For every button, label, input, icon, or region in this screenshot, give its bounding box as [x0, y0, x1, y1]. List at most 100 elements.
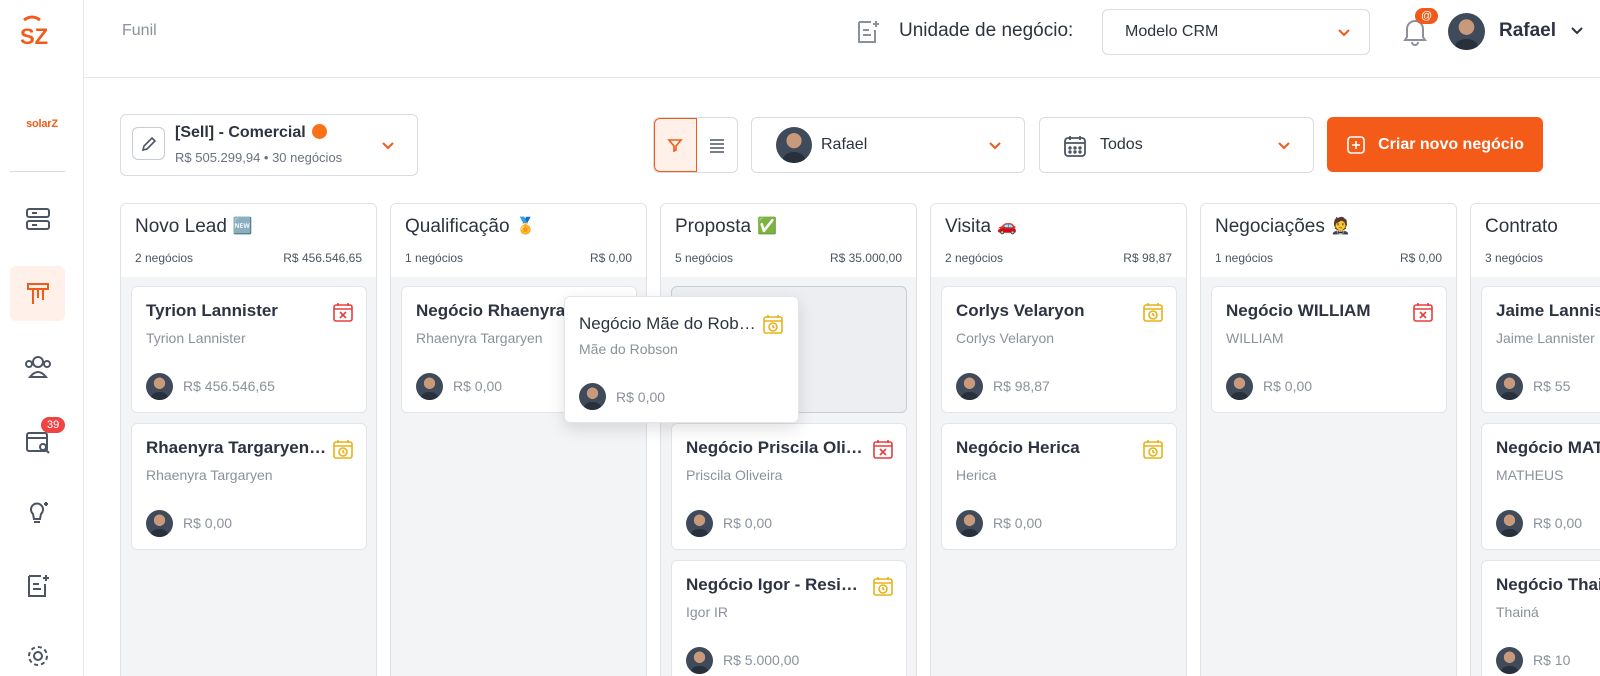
chevron-down-icon	[1278, 142, 1290, 150]
business-unit-select[interactable]: Modelo CRM	[1102, 9, 1370, 55]
deal-card[interactable]: Tyrion Lannister Tyrion Lannister R$ 456…	[131, 286, 367, 413]
check-icon: ✅	[757, 218, 777, 235]
note-edit-icon	[858, 21, 879, 43]
deal-value: R$ 0,00	[1263, 378, 1313, 394]
deal-card[interactable]: Negócio Thainá Thainá R$ 10	[1481, 560, 1600, 676]
deal-card[interactable]: Negócio WILLIAM WILLIAM R$ 0,00	[1211, 286, 1447, 413]
svg-text:SZ: SZ	[20, 24, 48, 48]
column-contrato: Contrato 3 negócios Jaime Lannister Jaim…	[1470, 203, 1600, 676]
column-header: Proposta ✅ 5 negócios R$ 35.000,00	[661, 204, 916, 277]
column-total: R$ 456.546,65	[283, 251, 362, 265]
dragging-deal-card[interactable]: Negócio Mãe do Robson Mãe do Robson R$ 0…	[564, 296, 799, 423]
deal-owner-avatar	[1226, 373, 1253, 400]
column-title: Qualificação	[405, 216, 510, 237]
deal-owner-avatar	[146, 510, 173, 537]
pipeline-select[interactable]: [Sell] - Comercial R$ 505.299,94 • 30 ne…	[120, 114, 418, 176]
chevron-down-icon[interactable]	[1569, 24, 1585, 38]
calendar-clock-icon[interactable]	[762, 313, 784, 335]
column-title: Novo Lead	[135, 216, 227, 237]
sidebar-item-calendar[interactable]: 39	[10, 413, 66, 468]
calendar-clock-icon[interactable]	[332, 438, 354, 460]
breadcrumb[interactable]: Funil	[122, 22, 157, 40]
brand-text: solarZ	[26, 118, 58, 130]
users-icon	[24, 355, 51, 378]
create-deal-label: Criar novo negócio	[1378, 135, 1524, 153]
column-title-row: Negociações 🤵	[1215, 216, 1351, 238]
owner-filter-select[interactable]: Rafael	[751, 117, 1025, 173]
column-count: 1 negócios	[405, 251, 464, 265]
deal-contact: Jaime Lannister	[1496, 330, 1595, 346]
deal-owner-avatar	[416, 373, 443, 400]
calendar-icon	[1064, 136, 1086, 157]
calendar-overdue-icon[interactable]	[1412, 301, 1434, 323]
chevron-down-icon	[989, 142, 1001, 150]
sidebar-item-settings[interactable]	[10, 628, 65, 676]
sidebar-item-notes[interactable]	[10, 558, 65, 613]
list-view-button[interactable]	[697, 118, 738, 172]
calendar-overdue-icon[interactable]	[332, 301, 354, 323]
business-unit-value: Modelo CRM	[1125, 23, 1219, 40]
sidebar-divider	[10, 171, 65, 172]
deal-title: Negócio Priscila Olive...	[686, 438, 868, 457]
top-bar: Funil Unidade de negócio: Modelo CRM @ R…	[84, 0, 1600, 78]
server-icon	[25, 207, 50, 230]
sidebar-item-server[interactable]	[10, 191, 65, 246]
user-avatar[interactable]	[1448, 13, 1485, 50]
column-count: 2 negócios	[135, 251, 194, 265]
pipeline-summary: R$ 505.299,94 • 30 negócios	[175, 150, 343, 165]
deal-title: Corlys Velaryon	[956, 301, 1085, 320]
edit-pipeline-button[interactable]	[132, 127, 165, 160]
deal-card[interactable]: Negócio Herica Herica R$ 0,00	[941, 423, 1177, 550]
column-total: R$ 35.000,00	[829, 251, 902, 265]
deal-value: R$ 55	[1533, 378, 1571, 394]
deal-owner-avatar	[1496, 373, 1523, 400]
calendar-clock-icon[interactable]	[1142, 438, 1164, 460]
deal-card[interactable]: Corlys Velaryon Corlys Velaryon R$ 98,87	[941, 286, 1177, 413]
deal-card[interactable]: Rhaenyra Targaryen - ... Rhaenyra Targar…	[131, 423, 367, 550]
deal-title: Rhaenyra Targaryen - ...	[146, 438, 328, 457]
deal-card[interactable]: Negócio Igor - Reside... Igor IR R$ 5.00…	[671, 560, 907, 676]
solarz-logo-icon[interactable]: SZ	[18, 14, 58, 48]
sidebar-item-ideas[interactable]	[10, 485, 65, 540]
deal-owner-avatar	[956, 373, 983, 400]
deal-title: Negócio WILLIAM	[1226, 301, 1371, 320]
column-title-row: Visita 🚗	[945, 216, 1017, 238]
column-title: Proposta	[675, 216, 752, 237]
calendar-overdue-icon[interactable]	[872, 438, 894, 460]
column-count: 3 negócios	[1485, 251, 1544, 265]
calendar-clock-icon[interactable]	[872, 575, 894, 597]
column-title-row: Novo Lead 🆕	[135, 216, 253, 238]
calendar-clock-icon[interactable]	[1142, 301, 1164, 323]
deal-contact: Rhaenyra Targaryen	[146, 467, 273, 483]
column-header: Visita 🚗 2 negócios R$ 98,87	[931, 204, 1186, 277]
deal-value: R$ 0,00	[183, 515, 233, 531]
deal-card[interactable]: Jaime Lannister Jaime Lannister R$ 55	[1481, 286, 1600, 413]
deal-contact: Tyrion Lannister	[146, 330, 246, 346]
column-title-row: Qualificação 🏅	[405, 216, 535, 238]
deal-card[interactable]: Negócio Priscila Olive... Priscila Olive…	[671, 423, 907, 550]
sidebar-item-users[interactable]	[10, 339, 65, 394]
lightbulb-icon	[29, 501, 48, 523]
sidebar-item-funnel[interactable]	[10, 266, 65, 321]
deal-title: Negócio Mãe do Robson	[579, 314, 764, 333]
funnel-board-icon	[26, 282, 49, 304]
medal-icon: 🏅	[515, 218, 536, 235]
deal-owner-avatar	[686, 647, 713, 674]
deal-value: R$ 98,87	[993, 378, 1050, 394]
deal-owner-avatar	[686, 510, 713, 537]
deal-card[interactable]: Negócio MATHEUS MATHEUS R$ 0,00	[1481, 423, 1600, 550]
list-icon	[709, 139, 724, 153]
column-count: 2 negócios	[945, 251, 1004, 265]
deal-title: Negócio MATHEUS	[1496, 438, 1600, 457]
create-deal-button[interactable]: Criar novo negócio	[1327, 117, 1543, 172]
board-view-button[interactable]	[654, 118, 697, 172]
column-novo-lead: Novo Lead 🆕 2 negócios R$ 456.546,65 Tyri…	[120, 203, 377, 676]
pipeline-status-dot	[311, 124, 327, 139]
deal-contact: Mãe do Robson	[579, 341, 678, 357]
period-filter-select[interactable]: Todos	[1039, 117, 1314, 173]
deal-contact: Thainá	[1496, 604, 1539, 620]
deal-owner-avatar	[1496, 647, 1523, 674]
user-name[interactable]: Rafael	[1499, 20, 1556, 42]
person-suit-icon: 🤵	[1330, 218, 1351, 235]
car-icon: 🚗	[997, 218, 1018, 235]
